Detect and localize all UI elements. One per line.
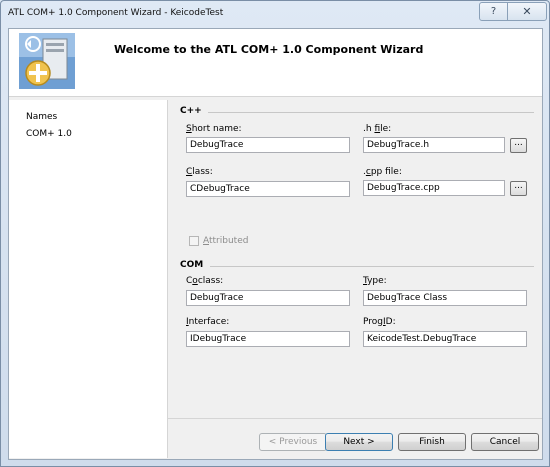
cpp-file-field[interactable]: DebugTrace.cpp: [363, 180, 505, 196]
short-name-field[interactable]: DebugTrace: [186, 137, 350, 153]
banner-title: Welcome to the ATL COM+ 1.0 Component Wi…: [114, 43, 424, 56]
nav-item-names[interactable]: Names: [26, 112, 57, 122]
finish-button[interactable]: Finish: [398, 433, 466, 451]
wizard-client: Welcome to the ATL COM+ 1.0 Component Wi…: [8, 28, 543, 460]
progid-label: ProgID:: [363, 317, 396, 327]
window-title: ATL COM+ 1.0 Component Wizard - KeicodeT…: [8, 8, 224, 18]
progid-field[interactable]: KeicodeTest.DebugTrace: [363, 331, 527, 347]
title-bar[interactable]: ATL COM+ 1.0 Component Wizard - KeicodeT…: [1, 1, 549, 28]
interface-field[interactable]: IDebugTrace: [186, 331, 350, 347]
cpp-group-line: [208, 112, 534, 113]
component-wizard-icon: [19, 33, 75, 89]
coclass-label: Coclass:: [186, 276, 224, 286]
wizard-window: ATL COM+ 1.0 Component Wizard - KeicodeT…: [0, 0, 550, 467]
help-button[interactable]: ?: [479, 2, 508, 21]
cpp-file-label: .cpp file:: [363, 167, 402, 177]
next-button[interactable]: Next >: [325, 433, 393, 451]
attributed-label: Attributed: [203, 236, 249, 246]
wizard-nav: Names COM+ 1.0: [9, 100, 168, 458]
h-file-browse-button[interactable]: ...: [510, 138, 527, 153]
help-icon: ?: [490, 6, 497, 17]
type-field[interactable]: DebugTrace Class: [363, 290, 527, 306]
cpp-file-browse-button[interactable]: ...: [510, 181, 527, 196]
short-name-label: Short name:: [186, 124, 242, 134]
com-group-line: [210, 266, 534, 267]
class-label: Class:: [186, 167, 213, 177]
com-group-label: COM: [180, 260, 204, 270]
type-label: Type:: [363, 276, 387, 286]
attributed-option: Attributed: [189, 236, 248, 246]
wizard-content: C++ Short name: DebugTrace .h file: Debu…: [168, 100, 542, 459]
wizard-banner: Welcome to the ATL COM+ 1.0 Component Wi…: [9, 29, 542, 97]
close-button[interactable]: ✕: [507, 2, 547, 21]
previous-button[interactable]: < Previous: [259, 433, 327, 451]
h-file-field[interactable]: DebugTrace.h: [363, 137, 505, 153]
class-field[interactable]: CDebugTrace: [186, 181, 350, 197]
nav-item-com-plus[interactable]: COM+ 1.0: [26, 129, 72, 139]
footer-divider: [168, 418, 542, 419]
cancel-button[interactable]: Cancel: [471, 433, 539, 451]
coclass-field[interactable]: DebugTrace: [186, 290, 350, 306]
attributed-checkbox[interactable]: [189, 236, 199, 246]
cpp-group-label: C++: [180, 106, 202, 116]
interface-label: Interface:: [186, 317, 230, 327]
h-file-label: .h file:: [363, 124, 392, 134]
close-icon: ✕: [522, 5, 532, 18]
